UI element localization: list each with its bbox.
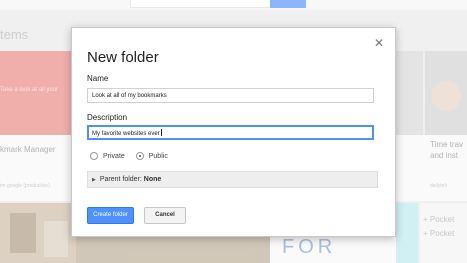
parent-folder-value: None: [143, 176, 162, 183]
visibility-radio-group: Private Public: [90, 152, 177, 160]
close-icon[interactable]: ✕: [374, 37, 384, 49]
radio-private-icon[interactable]: [90, 152, 98, 160]
name-field[interactable]: Look at all of my bookmarks: [87, 88, 374, 103]
name-label: Name: [87, 74, 109, 83]
create-folder-button[interactable]: Create folder: [87, 207, 134, 224]
radio-public-label: Public: [148, 152, 168, 160]
text-caret: [160, 129, 162, 136]
description-label: Description: [87, 113, 128, 122]
dialog-title: New folder: [87, 49, 159, 66]
cancel-button[interactable]: Cancel: [144, 207, 186, 224]
radio-option-public[interactable]: Public: [135, 152, 168, 160]
description-value: My favorite websites ever: [92, 131, 160, 137]
radio-public-icon[interactable]: [135, 152, 144, 160]
parent-folder-label: Parent folder:: [99, 176, 142, 183]
radio-private-label: Private: [103, 152, 125, 160]
new-folder-dialog: New folder ✕ Name Look at all of my book…: [71, 27, 396, 237]
triangle-right-icon: ▶: [92, 177, 96, 183]
radio-option-private[interactable]: Private: [90, 152, 125, 160]
parent-folder-toggle[interactable]: ▶ Parent folder: None: [87, 171, 378, 188]
description-field[interactable]: My favorite websites ever: [87, 125, 374, 140]
